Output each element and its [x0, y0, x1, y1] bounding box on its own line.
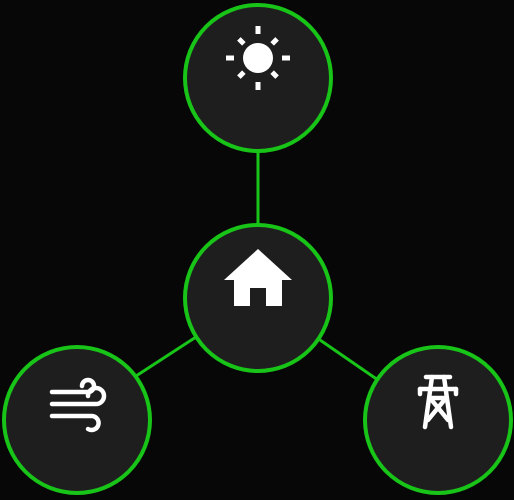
energy-flow-diagram [2, 3, 513, 495]
connector-grid-home [319, 338, 379, 382]
node-home[interactable] [183, 223, 333, 373]
connector-wind-home [135, 335, 197, 378]
node-solar[interactable] [183, 3, 333, 153]
energy-flow-canvas [0, 0, 514, 500]
node-wind[interactable] [2, 345, 152, 495]
node-grid[interactable] [363, 345, 513, 495]
